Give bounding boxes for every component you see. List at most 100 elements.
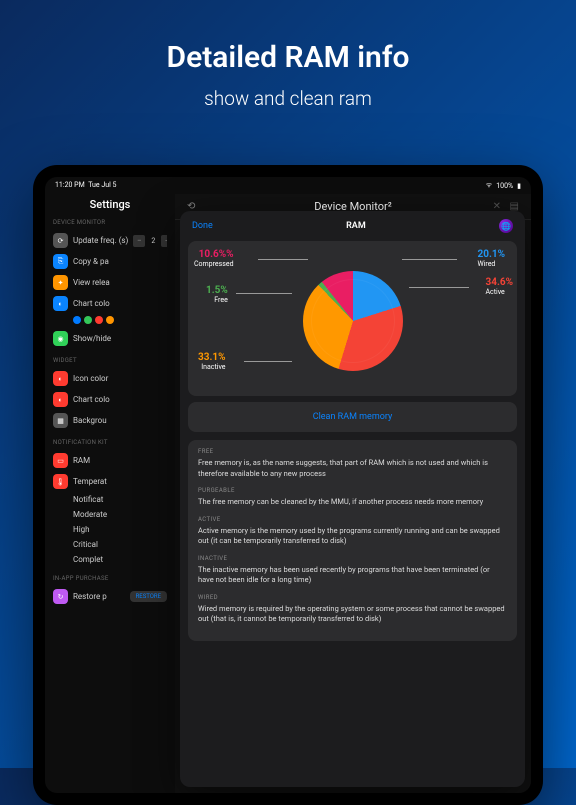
sidebar-item[interactable]: ✦ View relea	[53, 272, 167, 293]
sidebar-item[interactable]: High	[53, 522, 167, 537]
item-icon: ◐	[53, 392, 68, 407]
item-icon: ◐	[53, 296, 68, 311]
item-icon: ◉	[53, 331, 68, 346]
info-text: Free memory is, as the name suggests, th…	[198, 458, 507, 479]
sidebar-item[interactable]: ↻ Restore p RESTORE	[53, 586, 167, 607]
item-label: Show/hide	[73, 334, 111, 343]
item-label: Chart colo	[73, 395, 110, 404]
modal-header: Done RAM 🌐	[180, 211, 525, 241]
item-label: Moderate	[73, 510, 107, 519]
info-heading: ACTIVE	[198, 516, 507, 523]
sidebar-item[interactable]: ◐ Icon color	[53, 368, 167, 389]
color-dot[interactable]	[106, 316, 114, 324]
status-date: Tue Jul 5	[88, 181, 116, 189]
item-icon: ↻	[53, 589, 68, 604]
sidebar-item[interactable]: Critical	[53, 537, 167, 552]
item-label: Copy & pa	[73, 257, 109, 266]
group-label: NOTIFICATION KIT	[53, 439, 167, 446]
globe-icon[interactable]: 🌐	[499, 219, 513, 233]
info-section: ACTIVE Active memory is the memory used b…	[198, 516, 507, 547]
hero: Detailed RAM info show and clean ram	[0, 0, 576, 130]
clean-ram-button[interactable]: Clean RAM memory	[313, 412, 393, 422]
ram-modal: Done RAM 🌐 10.6%%Compressed 20.1%Wired 3…	[180, 211, 525, 787]
sidebar-item[interactable]: Notificat	[53, 492, 167, 507]
modal-title: RAM	[346, 221, 366, 231]
label-active: 34.6%Active	[485, 277, 513, 297]
stepper[interactable]: −2+	[133, 235, 167, 247]
battery-icon: ▮	[517, 182, 521, 190]
label-free: 1.5%Free	[206, 285, 228, 305]
sidebar-item[interactable]: ◉ Show/hide	[53, 328, 167, 349]
label-wired: 20.1%Wired	[477, 249, 505, 269]
leader-line	[244, 361, 292, 362]
restore-button[interactable]: RESTORE	[130, 591, 167, 602]
sidebar-item[interactable]: ▦ Backgrou	[53, 410, 167, 431]
sidebar-item[interactable]: ▭ RAM	[53, 450, 167, 471]
item-icon: ▭	[53, 453, 68, 468]
info-text: The free memory can be cleaned by the MM…	[198, 497, 507, 508]
item-icon: ◐	[53, 371, 68, 386]
pie-chart-card: 10.6%%Compressed 20.1%Wired 34.6%Active …	[188, 241, 517, 396]
info-section: INACTIVEThe inactive memory has been use…	[198, 555, 507, 586]
status-bar: 11:20 PM Tue Jul 5 ᯤ 100% ▮	[45, 177, 531, 194]
battery-pct: 100%	[496, 182, 513, 190]
leader-line	[258, 259, 308, 260]
item-label: Icon color	[73, 374, 108, 383]
item-label: Notificat	[73, 495, 103, 504]
item-icon: ⎘	[53, 254, 68, 269]
sidebar-item[interactable]: ⟳ Update freq. (s) −2+	[53, 230, 167, 251]
item-icon: ⟳	[53, 233, 68, 248]
sidebar-item[interactable]: ◐ Chart colo	[53, 389, 167, 410]
info-heading: FREE	[198, 448, 507, 455]
item-icon: ▦	[53, 413, 68, 428]
done-button[interactable]: Done	[192, 221, 213, 231]
info-text: Active memory is the memory used by the …	[198, 526, 507, 547]
group-label: WIDGET	[53, 357, 167, 364]
clean-ram-card[interactable]: Clean RAM memory	[188, 402, 517, 432]
status-time: 11:20 PM	[55, 181, 85, 189]
color-dot[interactable]	[95, 316, 103, 324]
item-label: High	[73, 525, 90, 534]
sidebar-item[interactable]: ◐Chart colo	[53, 293, 167, 314]
sidebar-item[interactable]: Complet	[53, 552, 167, 567]
info-section: FREE Free memory is, as the name suggests…	[198, 448, 507, 479]
modal-body[interactable]: 10.6%%Compressed 20.1%Wired 34.6%Active …	[180, 241, 525, 787]
ram-info-card: FREE Free memory is, as the name suggests…	[188, 440, 517, 641]
leader-line	[236, 293, 292, 294]
stepper-plus[interactable]: +	[161, 235, 167, 247]
color-dots[interactable]	[53, 314, 167, 328]
info-heading: PURGEABLE	[198, 487, 507, 494]
item-label: Complet	[73, 555, 103, 564]
item-label: Update freq. (s)	[73, 236, 128, 245]
sidebar-item[interactable]: ⎘ Copy & pa	[53, 251, 167, 272]
tablet-frame: 11:20 PM Tue Jul 5 ᯤ 100% ▮ Settings DEVIC…	[33, 165, 543, 805]
group-label: DEVICE MONITOR	[53, 219, 167, 226]
info-section: PURGEABLE The free memory can be cleaned …	[198, 487, 507, 508]
item-label: Temperat	[73, 477, 107, 486]
item-label: Backgrou	[73, 416, 107, 425]
item-label: Critical	[73, 540, 98, 549]
hero-title: Detailed RAM info	[20, 40, 556, 75]
color-dot[interactable]	[73, 316, 81, 324]
screen: 11:20 PM Tue Jul 5 ᯤ 100% ▮ Settings DEVIC…	[45, 177, 531, 793]
leader-line	[409, 287, 469, 288]
item-label: RAM	[73, 456, 90, 465]
info-text: The inactive memory has been used recent…	[198, 565, 507, 586]
stepper-minus[interactable]: −	[133, 235, 145, 247]
label-inactive: 33.1%Inactive	[198, 352, 226, 372]
sidebar-item[interactable]: Moderate	[53, 507, 167, 522]
item-label: View relea	[73, 278, 110, 287]
leader-line	[402, 259, 457, 260]
settings-sidebar: Settings DEVICE MONITOR ⟳ Update freq. (s)…	[45, 194, 175, 793]
color-dot[interactable]	[84, 316, 92, 324]
wifi-icon: ᯤ	[486, 181, 492, 190]
label-compressed: 10.6%%Compressed	[194, 249, 234, 269]
item-label: Restore p	[73, 592, 107, 601]
info-section: WIREDWired memory is required by the ope…	[198, 594, 507, 625]
sidebar-title: Settings	[53, 198, 167, 211]
group-label: IN-APP PURCHASE	[53, 575, 167, 582]
info-heading: WIRED	[198, 594, 507, 601]
item-icon: ✦	[53, 275, 68, 290]
sidebar-item[interactable]: 🌡Temperat	[53, 471, 167, 492]
hero-subtitle: show and clean ram	[20, 87, 556, 110]
